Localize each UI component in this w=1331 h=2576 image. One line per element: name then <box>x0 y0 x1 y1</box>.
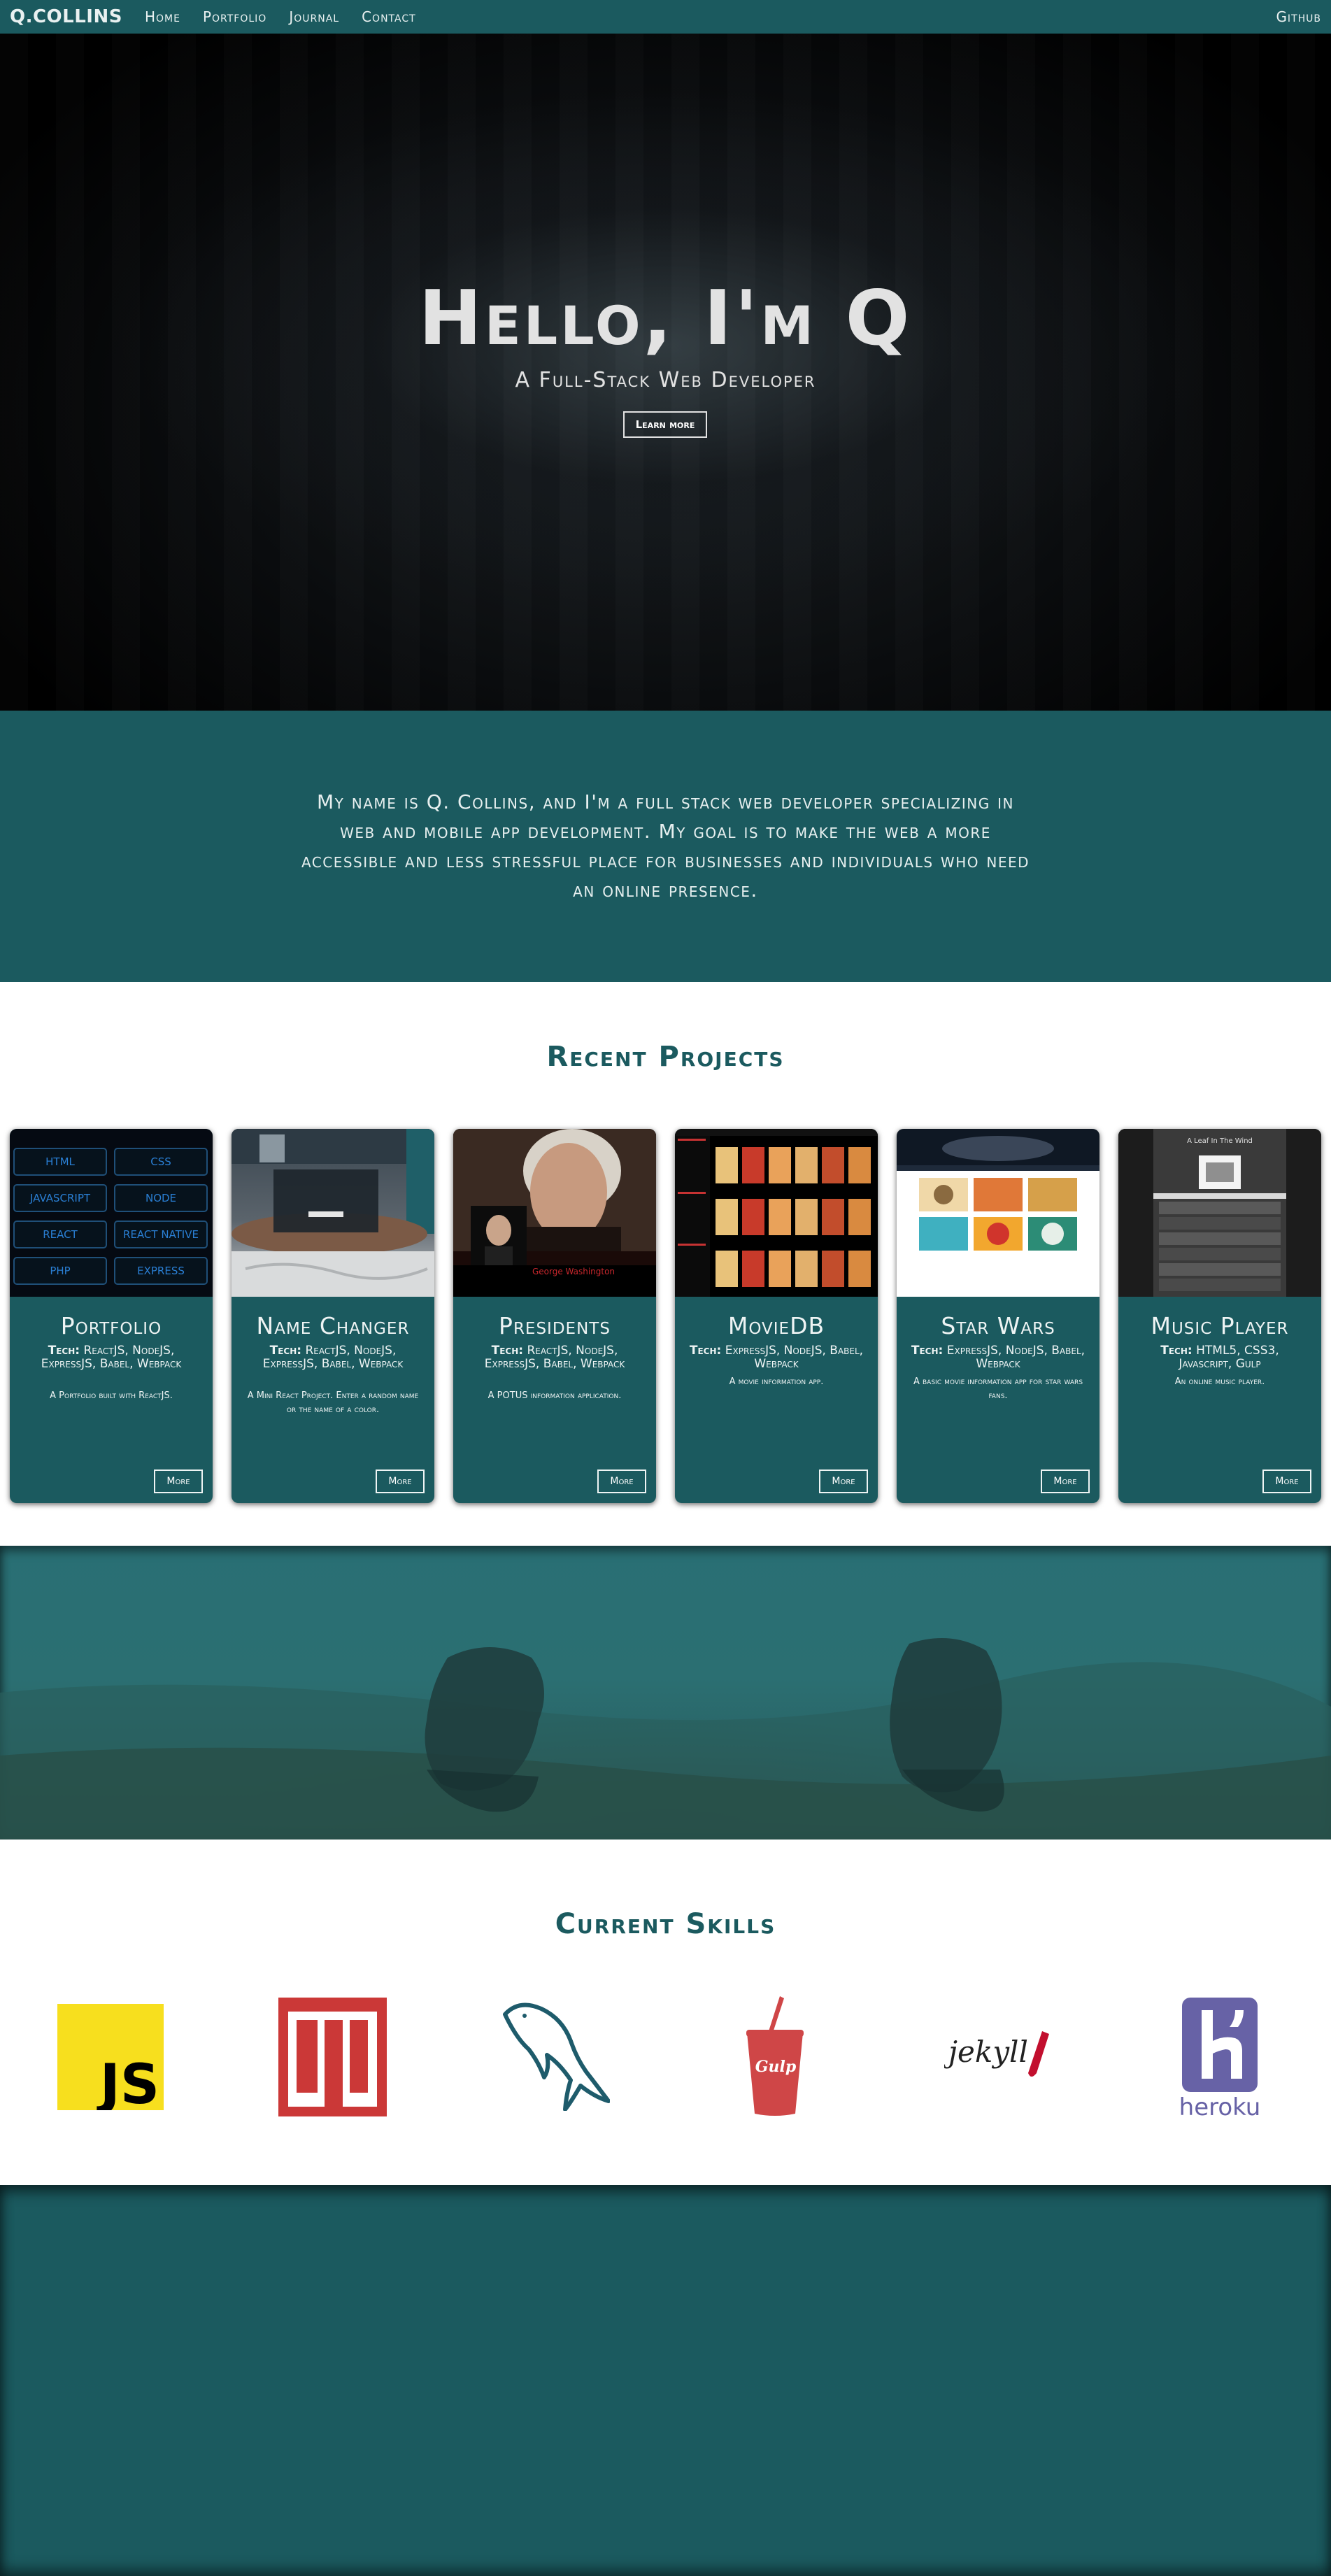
project-description: A Mini React Project. Enter a random nam… <box>247 1390 419 1415</box>
thumb-label: NODE <box>145 1192 176 1204</box>
project-description: A basic movie information app for star w… <box>913 1376 1083 1401</box>
project-card-presidents[interactable]: George Washington Presidents Tech: React… <box>453 1129 656 1503</box>
project-tech: Tech: ExpressJS, NodeJS, Babel, Webpack <box>911 1344 1086 1371</box>
more-button[interactable]: More <box>819 1470 868 1493</box>
project-description: A movie information app. <box>729 1376 824 1387</box>
project-title: Name Changer <box>256 1312 410 1339</box>
project-card-portfolio[interactable]: HTML CSS JAVASCRIPT NODE REACT REACT NAT… <box>10 1129 213 1503</box>
skills-heading: Current Skills <box>555 1908 776 1940</box>
project-tech: Tech: ReactJS, NodeJS, ExpressJS, Babel,… <box>467 1344 642 1371</box>
thumb-caption: George Washington <box>532 1267 615 1276</box>
project-tech: Tech: ExpressJS, NodeJS, Babel, Webpack <box>689 1344 864 1371</box>
banner-image <box>0 1638 1331 1840</box>
portfolio-thumbnail-graphic: HTML CSS JAVASCRIPT NODE REACT REACT NAT… <box>13 1148 208 1285</box>
tech-list: HTML5, CSS3, Javascript, Gulp <box>1179 1344 1279 1371</box>
top-navbar: Q.COLLINS Home Portfolio Journal Contact… <box>0 0 1331 34</box>
moviedb-thumbnail-graphic <box>675 1129 878 1297</box>
tech-label: Tech: <box>491 1344 524 1358</box>
projects-list: HTML CSS JAVASCRIPT NODE REACT REACT NAT… <box>0 1129 1331 1503</box>
project-tech: Tech: ReactJS, NodeJS, ExpressJS, Babel,… <box>245 1344 420 1371</box>
project-description: A Portfolio built with ReactJS. <box>50 1390 173 1401</box>
more-button[interactable]: More <box>1262 1470 1311 1493</box>
gulp-icon: Gulp <box>743 1996 806 2119</box>
heroku-icon: heroku <box>1179 1995 1261 2123</box>
project-title: Star Wars <box>941 1312 1055 1339</box>
project-thumbnail: A Leaf In The Wind <box>1118 1129 1321 1297</box>
thumb-label: REACT <box>43 1228 78 1241</box>
more-button[interactable]: More <box>597 1470 646 1493</box>
javascript-icon: JS <box>57 2004 164 2116</box>
name-changer-thumbnail-graphic <box>232 1129 434 1297</box>
parallax-banner <box>0 1546 1331 1840</box>
tech-list: ExpressJS, NodeJS, Babel, Webpack <box>946 1344 1086 1371</box>
tech-label: Tech: <box>911 1344 944 1358</box>
svg-text:Gulp: Gulp <box>755 2058 797 2076</box>
project-tech: Tech: HTML5, CSS3, Javascript, Gulp <box>1132 1344 1307 1371</box>
thumb-label: HTML <box>45 1155 75 1168</box>
nav-link-journal[interactable]: Journal <box>289 8 339 25</box>
project-title: Presidents <box>499 1312 611 1339</box>
project-thumbnail <box>232 1129 434 1297</box>
tech-label: Tech: <box>269 1344 302 1358</box>
project-thumbnail: George Washington <box>453 1129 656 1297</box>
project-description: A POTUS information application. <box>487 1390 622 1401</box>
npm-icon: npm <box>278 1998 387 2119</box>
project-card-name-changer[interactable]: Name Changer Tech: ReactJS, NodeJS, Expr… <box>232 1129 434 1503</box>
about-text: My name is Q. Collins, and I'm a full st… <box>301 790 1030 902</box>
thumb-title: A Leaf In The Wind <box>1187 1137 1253 1145</box>
learn-more-button[interactable]: Learn more <box>623 411 707 438</box>
tech-label: Tech: <box>48 1344 80 1358</box>
svg-text:JS: JS <box>97 2054 159 2110</box>
svg-text:heroku: heroku <box>1181 2093 1260 2121</box>
projects-heading: Recent Projects <box>546 1041 785 1073</box>
tech-label: Tech: <box>689 1344 722 1358</box>
nav-links: Home Portfolio Journal Contact <box>145 8 416 25</box>
thumb-label: JAVASCRIPT <box>29 1192 91 1204</box>
hero-section: Hello, I'm Q A Full-Stack Web Developer … <box>0 34 1331 711</box>
nav-link-home[interactable]: Home <box>145 8 180 25</box>
project-title: Music Player <box>1151 1312 1289 1339</box>
tech-list: ExpressJS, NodeJS, Babel, Webpack <box>725 1344 864 1371</box>
svg-text:npm: npm <box>331 2113 334 2114</box>
project-title: MovieDB <box>727 1312 825 1339</box>
skills-list: JS npm Gulp jekyll heroku <box>0 1979 1331 2133</box>
project-title: Portfolio <box>60 1312 162 1339</box>
project-card-music-player[interactable]: A Leaf In The Wind Music Player Tech: HT… <box>1118 1129 1321 1503</box>
footer <box>0 2185 1331 2576</box>
project-description: An online music player. <box>1174 1376 1265 1387</box>
project-thumbnail <box>897 1129 1099 1297</box>
project-tech: Tech: ReactJS, NodeJS, ExpressJS, Babel,… <box>24 1344 199 1371</box>
more-button[interactable]: More <box>1041 1470 1090 1493</box>
nav-link-github[interactable]: Github <box>1276 8 1321 25</box>
brand-logo[interactable]: Q.COLLINS <box>10 6 122 27</box>
nav-link-portfolio[interactable]: Portfolio <box>203 8 266 25</box>
more-button[interactable]: More <box>154 1470 203 1493</box>
star-wars-thumbnail-graphic <box>897 1129 1099 1297</box>
hero-subtitle: A Full-Stack Web Developer <box>515 368 816 392</box>
thumb-label: EXPRESS <box>137 1265 185 1277</box>
mysql-icon <box>498 1999 611 2114</box>
project-thumbnail: HTML CSS JAVASCRIPT NODE REACT REACT NAT… <box>10 1129 213 1297</box>
tech-label: Tech: <box>1160 1344 1193 1358</box>
project-thumbnail <box>675 1129 878 1297</box>
thumb-label: CSS <box>150 1155 171 1168</box>
thumb-label: PHP <box>50 1265 70 1277</box>
jekyll-icon: jekyll <box>943 2021 1056 2087</box>
svg-text:jekyll: jekyll <box>944 2035 1028 2069</box>
hero-title: Hello, I'm Q <box>418 275 913 362</box>
nav-link-contact[interactable]: Contact <box>362 8 416 25</box>
thumb-label: REACT NATIVE <box>123 1228 199 1241</box>
presidents-thumbnail-graphic: George Washington <box>453 1129 656 1297</box>
project-card-star-wars[interactable]: Star Wars Tech: ExpressJS, NodeJS, Babel… <box>897 1129 1099 1503</box>
more-button[interactable]: More <box>376 1470 425 1493</box>
music-player-thumbnail-graphic: A Leaf In The Wind <box>1118 1129 1321 1297</box>
about-section: My name is Q. Collins, and I'm a full st… <box>0 711 1331 982</box>
project-card-moviedb[interactable]: MovieDB Tech: ExpressJS, NodeJS, Babel, … <box>675 1129 878 1503</box>
